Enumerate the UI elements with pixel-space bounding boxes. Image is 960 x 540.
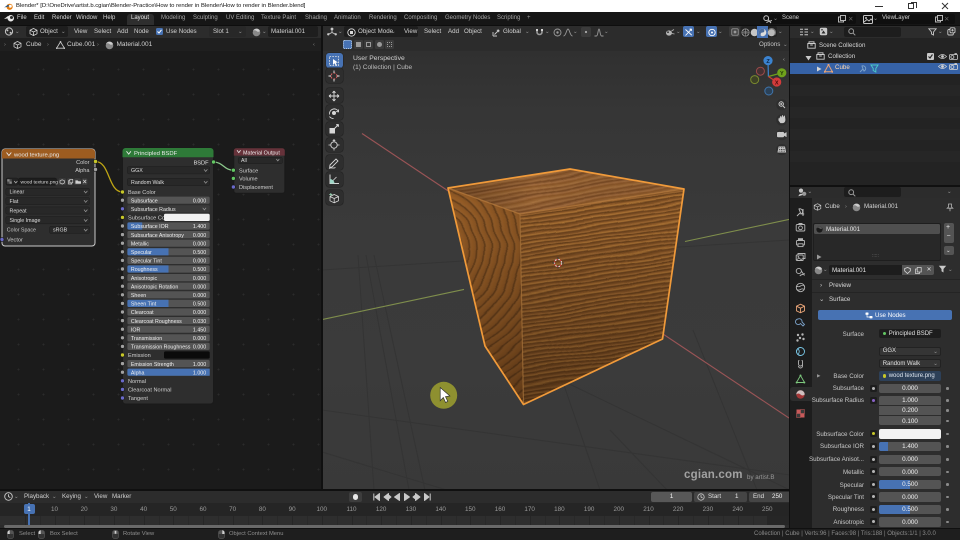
svg-text:Subsurface: Subsurface	[131, 198, 158, 204]
svg-text:0.000: 0.000	[193, 259, 206, 265]
svg-text:1.450: 1.450	[193, 327, 206, 333]
svg-text:Subsurface Anisotropy: Subsurface Anisotropy	[131, 233, 184, 239]
svg-text:0.000: 0.000	[193, 293, 206, 299]
svg-text:0.000: 0.000	[193, 276, 206, 282]
svg-text:Volume: Volume	[239, 177, 258, 183]
svg-text:Anisotropic: Anisotropic	[131, 276, 158, 282]
svg-text:Subsurface IOR: Subsurface IOR	[131, 224, 169, 230]
svg-text:1.000: 1.000	[193, 362, 206, 368]
svg-text:Transmission: Transmission	[131, 336, 162, 342]
svg-text:IOR: IOR	[131, 327, 141, 333]
svg-text:Anisotropic Rotation: Anisotropic Rotation	[131, 284, 178, 290]
svg-text:Specular: Specular	[131, 250, 152, 256]
svg-text:0.000: 0.000	[193, 310, 206, 316]
svg-text:Vector: Vector	[7, 238, 23, 244]
svg-text:Roughness: Roughness	[131, 267, 158, 273]
svg-text:Transmission Roughness: Transmission Roughness	[131, 345, 191, 351]
svg-text:Flat: Flat	[10, 199, 19, 205]
svg-text:0.000: 0.000	[193, 284, 206, 290]
svg-text:Tangent: Tangent	[128, 396, 148, 402]
svg-text:0.500: 0.500	[193, 250, 206, 256]
svg-text:Sheen Tint: Sheen Tint	[131, 302, 157, 308]
svg-text:Material Output: Material Output	[243, 150, 280, 156]
svg-text:Linear: Linear	[10, 190, 25, 196]
svg-text:Subsurface Radius: Subsurface Radius	[131, 207, 176, 213]
svg-text:Single Image: Single Image	[10, 218, 41, 224]
svg-text:Displacement: Displacement	[239, 185, 273, 191]
svg-text:Metallic: Metallic	[131, 241, 149, 247]
svg-text:0.030: 0.030	[193, 319, 206, 325]
svg-text:BSDF: BSDF	[194, 160, 210, 166]
svg-text:wood texture.png: wood texture.png	[13, 152, 59, 158]
svg-text:0.500: 0.500	[193, 267, 206, 273]
svg-text:Clearcoat Roughness: Clearcoat Roughness	[131, 319, 182, 325]
svg-text:All: All	[241, 158, 247, 164]
svg-text:0.000: 0.000	[193, 198, 206, 204]
svg-text:Alpha: Alpha	[131, 370, 145, 376]
svg-text:Repeat: Repeat	[10, 208, 28, 214]
svg-text:0.500: 0.500	[193, 302, 206, 308]
svg-text:GGX: GGX	[131, 168, 143, 174]
svg-text:Y: Y	[780, 71, 784, 77]
svg-text:Surface: Surface	[239, 168, 258, 174]
svg-text:0.000: 0.000	[193, 241, 206, 247]
svg-text:wood texture.png: wood texture.png	[21, 179, 59, 185]
svg-text:1.000: 1.000	[193, 370, 206, 376]
svg-text:Subsurface Co...: Subsurface Co...	[128, 216, 170, 222]
svg-text:Random Walk: Random Walk	[131, 180, 164, 186]
svg-text:0.000: 0.000	[193, 233, 206, 239]
svg-text:1.400: 1.400	[193, 224, 206, 230]
svg-text:0.000: 0.000	[193, 336, 206, 342]
svg-text:Clearcoat: Clearcoat	[131, 310, 154, 316]
svg-text:Emission: Emission	[128, 353, 151, 359]
svg-text:Emission Strength: Emission Strength	[131, 362, 174, 368]
svg-text:Base Color: Base Color	[128, 190, 156, 196]
svg-text:Clearcoat Normal: Clearcoat Normal	[128, 388, 172, 394]
svg-text:Specular Tint: Specular Tint	[131, 259, 162, 265]
svg-text:Principled BSDF: Principled BSDF	[134, 151, 178, 157]
svg-text:Sheen: Sheen	[131, 293, 146, 299]
svg-text:sRGB: sRGB	[53, 228, 68, 234]
svg-text:X: X	[775, 80, 779, 86]
svg-text:Alpha: Alpha	[75, 168, 90, 174]
svg-text:Color: Color	[76, 160, 90, 166]
svg-text:0.000: 0.000	[193, 345, 206, 351]
svg-text:Normal: Normal	[128, 379, 146, 385]
svg-text:Color Space: Color Space	[7, 228, 36, 234]
